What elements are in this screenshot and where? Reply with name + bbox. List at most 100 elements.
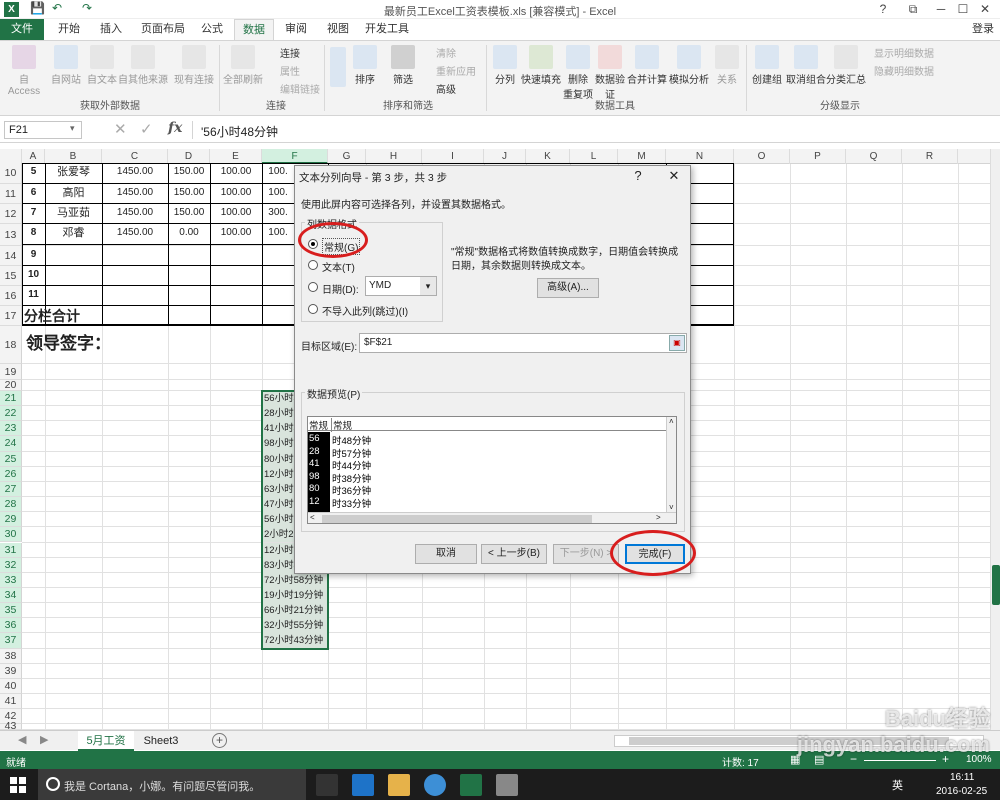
text-to-columns-button[interactable]: 分列: [490, 45, 520, 86]
from-access-button[interactable]: 自 Access: [2, 45, 46, 97]
relationships-button[interactable]: 关系: [712, 45, 742, 86]
table-cell-value[interactable]: 300.: [262, 204, 294, 222]
scroll-up-icon[interactable]: ˄: [669, 417, 674, 426]
reapply-filter-button[interactable]: 重新应用: [436, 63, 476, 78]
row-header[interactable]: 36: [0, 618, 22, 634]
tab-home[interactable]: 开始: [50, 19, 88, 40]
preview-hscroll[interactable]: < >: [308, 512, 676, 523]
sort-az-button[interactable]: [328, 47, 348, 89]
table-cell-value[interactable]: 100.00: [210, 204, 262, 222]
row-header[interactable]: 34: [0, 587, 22, 604]
table-cell-name[interactable]: 高阳: [45, 184, 102, 202]
column-header-g[interactable]: G: [328, 149, 366, 164]
select-all-corner[interactable]: [0, 149, 22, 164]
subtotal-button[interactable]: 分类汇总: [826, 45, 866, 86]
table-cell-name[interactable]: 邓睿: [45, 224, 102, 242]
close-button[interactable]: ✕: [970, 0, 1000, 19]
table-cell-name[interactable]: 马亚茹: [45, 204, 102, 222]
row-header[interactable]: 12: [0, 204, 22, 224]
task-view-icon[interactable]: [316, 774, 338, 796]
row-header[interactable]: 26: [0, 466, 22, 482]
app-taskbar-icon[interactable]: [496, 774, 518, 796]
row-header[interactable]: 40: [0, 678, 22, 694]
row-header[interactable]: 25: [0, 451, 22, 467]
ungroup-button[interactable]: 取消组合: [786, 45, 826, 86]
from-web-button[interactable]: 自网站: [48, 45, 84, 86]
formula-input[interactable]: '56小时48分钟: [192, 121, 992, 139]
column-header-l[interactable]: L: [570, 149, 618, 164]
row-header[interactable]: 29: [0, 512, 22, 528]
row-header[interactable]: 13: [0, 224, 22, 246]
table-cell-value[interactable]: 1450.00: [102, 163, 168, 181]
column-header-j[interactable]: J: [484, 149, 526, 164]
row-header[interactable]: 23: [0, 421, 22, 437]
connections-button[interactable]: 连接: [280, 45, 300, 60]
table-cell-name[interactable]: 张爱琴: [45, 163, 102, 181]
tab-data[interactable]: 数据: [234, 19, 274, 40]
table-cell-seq[interactable]: 11: [22, 286, 45, 304]
row-header[interactable]: 14: [0, 246, 22, 266]
table-cell-seq[interactable]: 9: [22, 246, 45, 264]
column-header-r[interactable]: R: [902, 149, 958, 164]
table-cell-seq[interactable]: 7: [22, 204, 45, 222]
table-cell-value[interactable]: 1450.00: [102, 204, 168, 222]
scroll-right-icon[interactable]: >: [656, 513, 661, 522]
text-radio-label[interactable]: 文本(T): [322, 259, 355, 274]
clock-time[interactable]: 16:11: [950, 772, 974, 783]
zoom-slider[interactable]: [864, 760, 936, 761]
target-range-input[interactable]: $F$21 ▣: [359, 333, 687, 353]
table-cell-seq[interactable]: 8: [22, 224, 45, 242]
advanced-filter-button[interactable]: 高级: [436, 81, 456, 96]
table-cell-value[interactable]: 1450.00: [102, 224, 168, 242]
column-header-f[interactable]: F: [262, 149, 328, 164]
table-cell-value[interactable]: 100.00: [210, 224, 262, 242]
column-header-e[interactable]: E: [210, 149, 262, 164]
row-header[interactable]: 11: [0, 184, 22, 204]
tab-view[interactable]: 视图: [320, 19, 356, 40]
data-validation-button[interactable]: 数据验 证: [595, 45, 625, 101]
row-header[interactable]: 33: [0, 572, 22, 588]
ribbon-display-button[interactable]: ⧉: [898, 0, 928, 19]
column-header-p[interactable]: P: [790, 149, 846, 164]
show-detail-button[interactable]: 显示明细数据: [874, 45, 934, 60]
flash-fill-button[interactable]: 快速填充: [521, 45, 561, 86]
name-box-dropdown-icon[interactable]: ▾: [70, 123, 75, 134]
tab-review[interactable]: 审阅: [278, 19, 314, 40]
row-header[interactable]: 35: [0, 603, 22, 619]
filter-button[interactable]: 筛选: [388, 45, 418, 86]
row-header[interactable]: 22: [0, 406, 22, 422]
row-header[interactable]: 37: [0, 633, 22, 649]
date-radio-label[interactable]: 日期(D):: [322, 281, 359, 296]
row-header[interactable]: 10: [0, 163, 22, 184]
data-preview[interactable]: 常规 常规 56 时48分钟 28 时57分钟 41 时44分钟 98 时38分钟 80 时36分…: [307, 416, 677, 524]
tab-file[interactable]: 文件: [0, 19, 44, 40]
cortana-search-box[interactable]: 我是 Cortana，小娜。有问题尽管问我。: [38, 769, 306, 800]
cancel-button[interactable]: 取消: [415, 544, 477, 564]
what-if-analysis-button[interactable]: 模拟分析: [668, 45, 710, 86]
table-cell-value[interactable]: 100.: [262, 224, 294, 242]
row-header[interactable]: 24: [0, 436, 22, 452]
table-cell-seq[interactable]: 10: [22, 266, 45, 284]
column-header-n[interactable]: N: [666, 149, 734, 164]
edge-browser-icon[interactable]: [352, 774, 374, 796]
back-button[interactable]: < 上一步(B): [481, 544, 547, 564]
dialog-close-button[interactable]: ✕: [665, 168, 683, 184]
row-header[interactable]: 15: [0, 266, 22, 286]
hide-detail-button[interactable]: 隐藏明细数据: [874, 63, 934, 78]
vertical-scrollbar[interactable]: [990, 149, 1000, 730]
language-indicator[interactable]: 英: [892, 777, 903, 793]
file-explorer-icon[interactable]: [388, 774, 410, 796]
scroll-thumb[interactable]: [322, 515, 592, 523]
add-sheet-icon[interactable]: +: [212, 733, 227, 748]
table-cell-value[interactable]: 150.00: [168, 184, 210, 202]
subtotal-label[interactable]: 分栏合计: [24, 306, 102, 326]
table-cell-value[interactable]: 100.00: [210, 163, 262, 181]
preview-vscroll[interactable]: ˄ ˅: [666, 417, 676, 512]
scroll-thumb[interactable]: [992, 565, 1000, 605]
table-cell-value[interactable]: 100.00: [210, 184, 262, 202]
existing-connections-button[interactable]: 现有连接: [172, 45, 216, 86]
table-cell-value[interactable]: 150.00: [168, 204, 210, 222]
sheet-tab-sheet3[interactable]: Sheet3: [138, 731, 184, 751]
refresh-all-button[interactable]: 全部刷新: [222, 45, 264, 86]
table-cell-value[interactable]: 1450.00: [102, 184, 168, 202]
